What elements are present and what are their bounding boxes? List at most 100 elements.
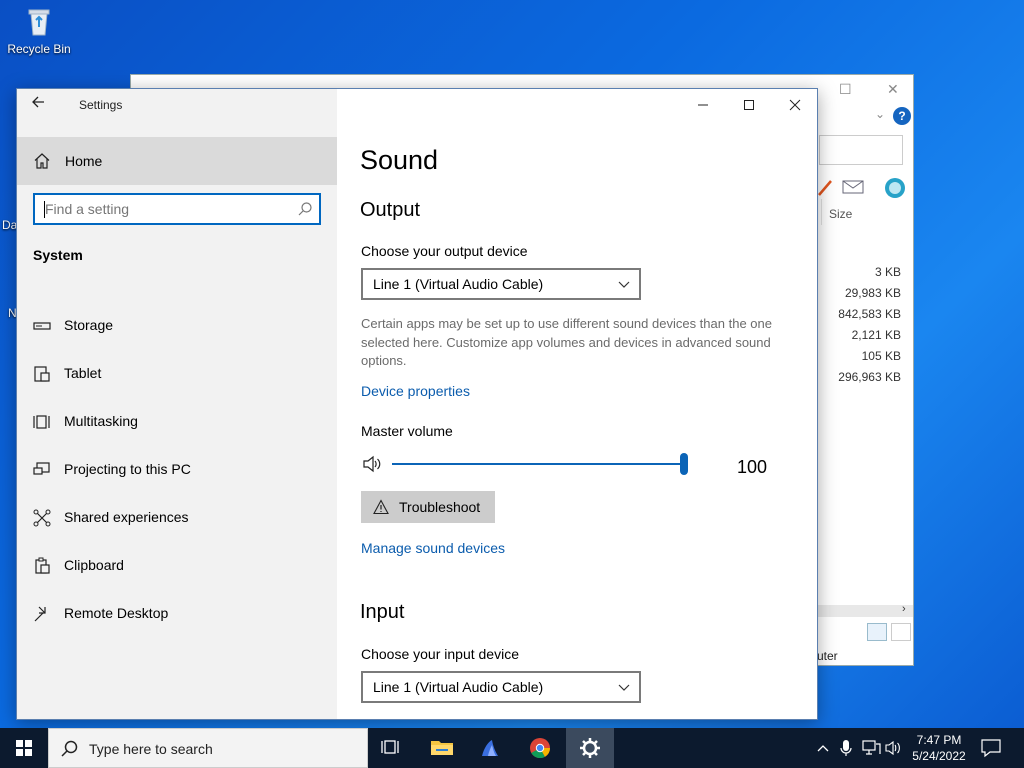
volume-icon: [885, 740, 900, 756]
chevron-down-icon: [617, 680, 631, 699]
status-bar-text: uter: [817, 649, 838, 663]
large-icons-view-icon[interactable]: [891, 623, 911, 641]
clock-time: 7:47 PM: [916, 733, 962, 747]
file-size: 296,963 KB: [838, 370, 901, 384]
details-view-icon[interactable]: [867, 623, 887, 641]
taskbar: Type here to search 7:47 PM 5/24/2022: [0, 728, 1024, 768]
nav-item-multitasking[interactable]: Multitasking: [17, 402, 337, 442]
file-size: 105 KB: [861, 349, 901, 363]
action-center-button[interactable]: [978, 736, 1004, 765]
explorer-search-input[interactable]: [819, 135, 903, 165]
volume-tray-button[interactable]: [884, 728, 904, 768]
minimize-button[interactable]: [683, 93, 723, 117]
tablet-icon: [33, 365, 51, 383]
manage-sound-devices-link[interactable]: Manage sound devices: [361, 540, 505, 556]
chevron-down-icon[interactable]: ⌄: [875, 107, 885, 121]
nav-item-shared-experiences[interactable]: Shared experiences: [17, 498, 337, 538]
chevron-up-icon: [817, 745, 829, 752]
windows-logo-icon: [16, 740, 32, 756]
recycle-bin[interactable]: Recycle Bin: [6, 6, 72, 56]
nav-item-clipboard[interactable]: Clipboard: [17, 546, 337, 586]
minimize-icon: [698, 104, 708, 106]
column-header-size[interactable]: Size: [829, 207, 852, 221]
app-title: Settings: [79, 98, 123, 112]
network-tray-button[interactable]: [860, 728, 882, 768]
close-button[interactable]: [775, 93, 815, 117]
output-heading: Output: [360, 199, 421, 221]
back-button[interactable]: [31, 95, 51, 115]
nav-item-label: Shared experiences: [64, 509, 189, 525]
nav-item-label: Projecting to this PC: [64, 461, 191, 477]
nav-item-label: Tablet: [64, 365, 102, 381]
remote-desktop-icon: [33, 605, 51, 623]
input-device-dropdown[interactable]: Line 1 (Virtual Audio Cable): [361, 671, 641, 703]
close-icon[interactable]: ✕: [887, 81, 899, 98]
device-properties-link[interactable]: Device properties: [361, 383, 470, 399]
taskbar-search-placeholder: Type here to search: [89, 741, 213, 757]
help-icon[interactable]: ?: [893, 107, 911, 125]
maximize-icon[interactable]: ☐: [839, 81, 852, 98]
settings-content: Sound Output Choose your output device L…: [337, 89, 817, 719]
file-size: 2,121 KB: [851, 328, 901, 342]
multitasking-icon: [33, 413, 51, 431]
output-device-dropdown[interactable]: Line 1 (Virtual Audio Cable): [361, 268, 641, 300]
start-button[interactable]: [0, 728, 48, 768]
output-device-value: Line 1 (Virtual Audio Cable): [373, 276, 544, 292]
master-volume-label: Master volume: [361, 423, 453, 439]
troubleshoot-button[interactable]: Troubleshoot: [361, 491, 495, 523]
projecting-icon: [33, 461, 51, 479]
column-divider: [821, 199, 822, 225]
taskbar-clock[interactable]: 7:47 PM 5/24/2022: [906, 732, 972, 764]
section-label: System: [33, 247, 83, 263]
network-icon: [862, 740, 881, 755]
speaker-icon[interactable]: [361, 453, 383, 480]
chrome-taskbar-button[interactable]: [516, 728, 564, 768]
nav-home[interactable]: Home: [17, 137, 337, 185]
file-size: 29,983 KB: [844, 286, 901, 300]
settings-taskbar-button[interactable]: [566, 728, 614, 768]
search-placeholder: Find a setting: [45, 201, 130, 217]
taskbar-search-box[interactable]: Type here to search: [48, 728, 368, 768]
nav-item-label: Storage: [64, 317, 114, 333]
shared-experiences-icon: [33, 509, 51, 527]
file-explorer-icon: [431, 741, 453, 755]
troubleshoot-label: Troubleshoot: [399, 499, 481, 515]
task-view-icon: [381, 740, 399, 754]
microphone-tray-button[interactable]: [838, 728, 854, 768]
show-hidden-icons-button[interactable]: [814, 728, 832, 768]
home-icon: [33, 152, 51, 175]
clock-date: 5/24/2022: [912, 749, 966, 763]
file-explorer-taskbar-button[interactable]: [418, 728, 466, 768]
nav-item-storage[interactable]: Storage: [17, 306, 337, 346]
input-device-label: Choose your input device: [361, 646, 519, 662]
file-size: 3 KB: [874, 265, 901, 279]
file-size: 842,583 KB: [838, 307, 901, 321]
master-volume-slider-thumb[interactable]: [680, 453, 688, 475]
recycle-bin-icon: [23, 6, 55, 38]
nav-item-label: Multitasking: [64, 413, 138, 429]
scroll-right-icon[interactable]: ›: [902, 603, 906, 615]
find-setting-input[interactable]: Find a setting: [33, 193, 321, 225]
back-arrow-icon: [32, 96, 44, 108]
close-icon: [789, 99, 801, 111]
app-taskbar-button[interactable]: [466, 728, 514, 768]
page-title: Sound: [360, 145, 439, 175]
master-volume-slider[interactable]: [392, 463, 684, 465]
search-icon: [297, 201, 313, 222]
warning-icon: [373, 499, 389, 518]
task-view-button[interactable]: [368, 728, 416, 768]
horizontal-scrollbar[interactable]: [817, 605, 913, 617]
nav-item-label: Remote Desktop: [64, 605, 169, 621]
settings-window[interactable]: Settings Home Find a setting System Stor…: [16, 88, 818, 720]
output-device-label: Choose your output device: [361, 243, 528, 259]
chrome-icon: [530, 738, 551, 759]
nav-item-projecting[interactable]: Projecting to this PC: [17, 450, 337, 490]
maximize-button[interactable]: [729, 93, 769, 117]
nav-item-remote-desktop[interactable]: Remote Desktop: [17, 594, 337, 634]
toolbar-icons: [817, 175, 913, 206]
input-device-value: Line 1 (Virtual Audio Cable): [373, 679, 544, 695]
nav-item-tablet[interactable]: Tablet: [17, 354, 337, 394]
nav-home-label: Home: [65, 153, 103, 169]
notification-icon: [981, 739, 1001, 758]
output-description: Certain apps may be set up to use differ…: [361, 316, 772, 368]
